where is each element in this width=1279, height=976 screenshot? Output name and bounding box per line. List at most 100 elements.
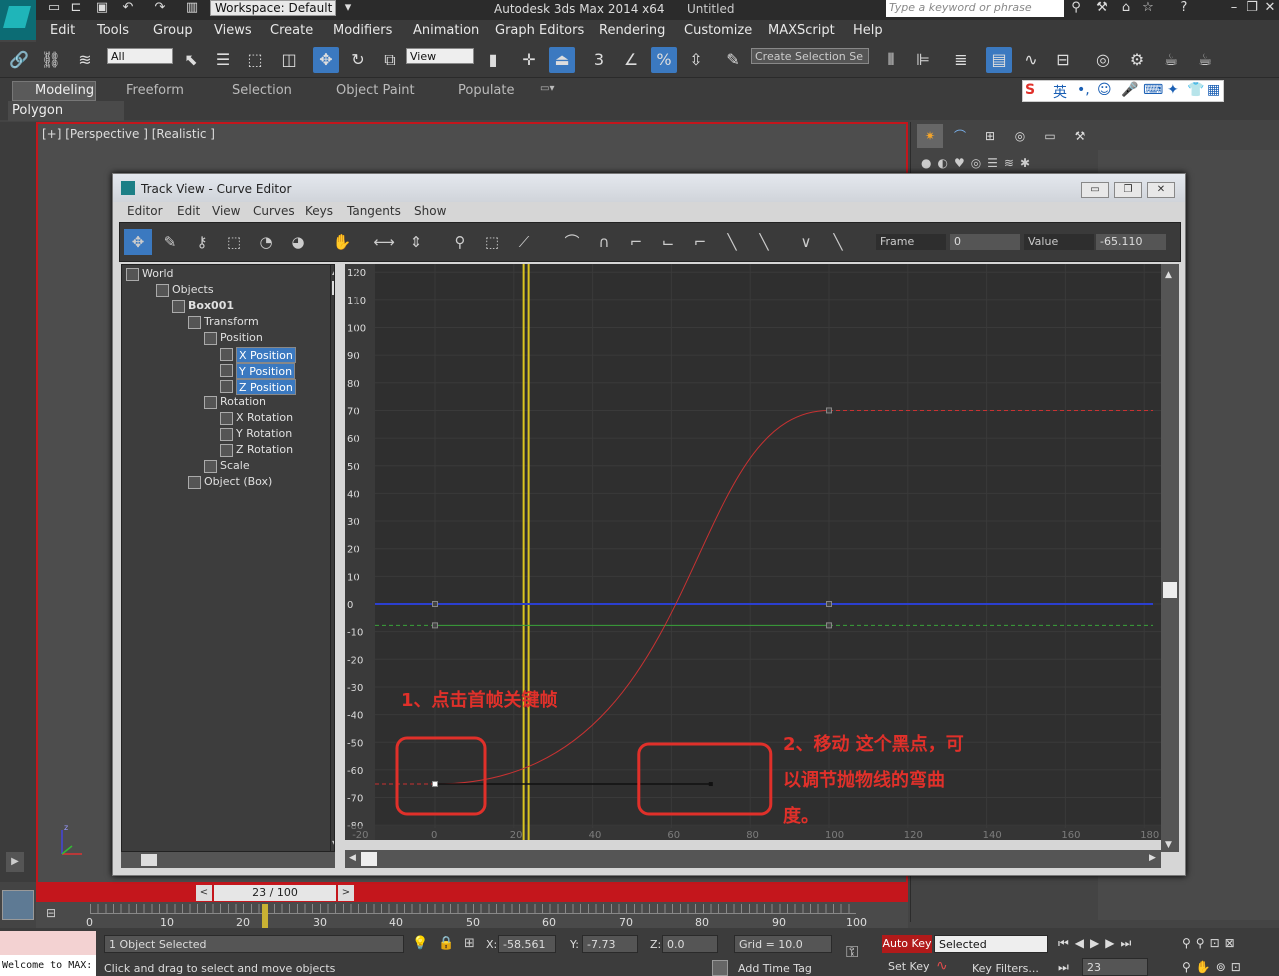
ce-menu-view[interactable]: View [212, 204, 240, 218]
tree-item[interactable]: Position [220, 331, 263, 344]
smooth-tangent-icon[interactable]: ╲ [750, 229, 778, 255]
rotate-icon[interactable]: ↻ [345, 47, 371, 73]
pan-icon[interactable]: ✋ [328, 229, 356, 255]
curve-graph[interactable]: 1201101009080706050403020100-10-20-30-40… [345, 264, 1161, 840]
ce-menu-editor[interactable]: Editor [127, 204, 163, 218]
percent-snap-icon[interactable]: % [651, 47, 677, 73]
maximize-icon[interactable]: ❐ [1114, 182, 1142, 198]
ime-punct[interactable]: •, [1077, 82, 1090, 98]
zoom-region-icon[interactable]: ⬚ [478, 229, 506, 255]
tree-item[interactable]: Z Position [236, 379, 296, 395]
menu-edit[interactable]: Edit [50, 23, 75, 38]
menu-modifiers[interactable]: Modifiers [333, 23, 392, 38]
controller-tree[interactable]: World Objects Box001 Transform Position X Pos… [121, 264, 335, 852]
retime-all-icon[interactable]: ◕ [284, 229, 312, 255]
time-tag-icon[interactable] [712, 960, 728, 976]
mirror-icon[interactable]: ⫴ [878, 47, 904, 73]
tab-modeling[interactable]: Modeling [12, 81, 96, 101]
viewport-nav-icons-2[interactable]: ⚲✋⊚⊡ [1182, 960, 1246, 974]
select-by-name-icon[interactable]: ☰ [210, 47, 236, 73]
frame-horizontal-icon[interactable]: ⟷ [370, 229, 398, 255]
bind-spacewarp-icon[interactable]: ≋ [72, 47, 98, 73]
draw-curves-icon[interactable]: ✎ [156, 229, 184, 255]
unlink-icon[interactable]: ⛓ [38, 47, 64, 73]
tree-item[interactable]: World [142, 267, 174, 280]
app-logo[interactable] [0, 0, 36, 40]
render-production-icon[interactable]: ☕ [1192, 47, 1218, 73]
align-icon[interactable]: ⊫ [910, 47, 936, 73]
grid-icon[interactable]: ▦ [1207, 82, 1220, 98]
frame-field[interactable]: 0 [950, 234, 1020, 250]
menu-rendering[interactable]: Rendering [599, 23, 665, 38]
isolate-selection-icon[interactable]: 💡 [412, 936, 428, 951]
auto-key-button[interactable]: Auto Key [882, 935, 932, 953]
slow-tangent-icon[interactable]: ⌙ [654, 229, 682, 255]
ribbon-options-icon[interactable]: ▭▾ [540, 83, 554, 94]
selection-filter-dropdown[interactable]: All [107, 48, 173, 64]
menu-graph-editors[interactable]: Graph Editors [495, 23, 584, 38]
ce-menu-curves[interactable]: Curves [253, 204, 295, 218]
hierarchy-tab-icon[interactable]: ⊞ [977, 124, 1003, 148]
spinner-snap-icon[interactable]: ⇳ [683, 47, 709, 73]
graph-vscroll-thumb[interactable] [1163, 582, 1177, 598]
menu-views[interactable]: Views [214, 23, 252, 38]
scroll-down-icon[interactable]: ▼ [1165, 840, 1172, 850]
viewport-label[interactable]: [+] [Perspective ] [Realistic ] [42, 127, 215, 141]
tree-item[interactable]: X Rotation [236, 411, 293, 424]
link-icon[interactable]: 🔗 [6, 47, 32, 73]
open-file-icon[interactable]: ⊏ [68, 1, 84, 15]
motion-tab-icon[interactable]: ◎ [1007, 124, 1033, 148]
viewport-nav-icons[interactable]: ⚲⚲⊡⊠ [1182, 936, 1240, 950]
restore-icon[interactable]: ❐ [1244, 1, 1260, 15]
manipulate-icon[interactable]: ✛ [516, 47, 542, 73]
ce-menu-keys[interactable]: Keys [305, 204, 333, 218]
key-mode-dropdown[interactable]: Selected [934, 935, 1048, 953]
menu-group[interactable]: Group [153, 23, 193, 38]
ref-coord-dropdown[interactable]: View [406, 48, 474, 64]
display-tab-icon[interactable]: ▭ [1037, 124, 1063, 148]
toolbox-icon[interactable]: ✦ [1167, 82, 1179, 98]
value-field[interactable]: -65.110 [1096, 234, 1166, 250]
menu-customize[interactable]: Customize [684, 23, 752, 38]
tree-item[interactable]: Scale [220, 459, 250, 472]
tree-item[interactable]: Rotation [220, 395, 266, 408]
move-icon[interactable]: ✥ [313, 47, 339, 73]
break-tangents-icon[interactable]: ∨ [792, 229, 820, 255]
add-keys-icon[interactable]: ⚷ [188, 229, 216, 255]
menu-help[interactable]: Help [853, 23, 883, 38]
spline-tangent-icon[interactable]: ∩ [590, 229, 618, 255]
render-setup-icon[interactable]: ⚙ [1124, 47, 1150, 73]
tree-item[interactable]: Z Rotation [236, 443, 293, 456]
tree-scrollbar[interactable]: ▲ ▼ [330, 265, 334, 851]
search-input[interactable]: Type a keyword or phrase [886, 0, 1064, 17]
linear-tangent-icon[interactable]: ╲ [718, 229, 746, 255]
tree-item[interactable]: Y Rotation [236, 427, 292, 440]
tab-object-paint[interactable]: Object Paint [336, 83, 415, 98]
skin-icon[interactable]: 👕 [1187, 82, 1204, 98]
keyboard-icon[interactable]: ⌨ [1143, 82, 1163, 98]
time-slider[interactable]: < > [36, 884, 908, 902]
time-slider-thumb[interactable]: 23 / 100 [214, 885, 336, 901]
zoom-icon[interactable]: ⚲ [446, 229, 474, 255]
maxscript-input[interactable] [0, 931, 96, 955]
curve-editor-titlebar[interactable]: Track View - Curve Editor ▭ ❐ ✕ [113, 174, 1185, 202]
tree-item[interactable]: X Position [236, 347, 296, 363]
key-filters-button[interactable]: Key Filters... [972, 962, 1039, 975]
set-key-curve-icon[interactable]: ∿ [936, 958, 948, 974]
tab-selection[interactable]: Selection [232, 83, 292, 98]
tools-icon[interactable]: ⚒ [1094, 1, 1110, 15]
track-bar[interactable]: ⊟ 0 10 20 30 40 50 60 70 80 90 100 [36, 902, 908, 929]
scroll-up-icon[interactable]: ▲ [332, 267, 334, 277]
menu-maxscript[interactable]: MAXScript [768, 23, 835, 38]
menu-create[interactable]: Create [270, 23, 313, 38]
graph-hscroll-thumb[interactable] [361, 852, 377, 866]
ime-lang[interactable]: 英 [1053, 82, 1067, 102]
prev-frame-icon[interactable]: < [196, 885, 212, 901]
window-crossing-icon[interactable]: ◫ [276, 47, 302, 73]
graph-hscrollbar[interactable]: ◀ ▶ [345, 850, 1161, 868]
scale-icon[interactable]: ⧉ [377, 47, 403, 73]
unify-tangents-icon[interactable]: ╲ [824, 229, 852, 255]
mini-curve-editor-icon[interactable]: ⊟ [46, 906, 70, 924]
schematic-view-icon[interactable]: ⊟ [1050, 47, 1076, 73]
step-tangent-icon[interactable]: ⌐ [686, 229, 714, 255]
